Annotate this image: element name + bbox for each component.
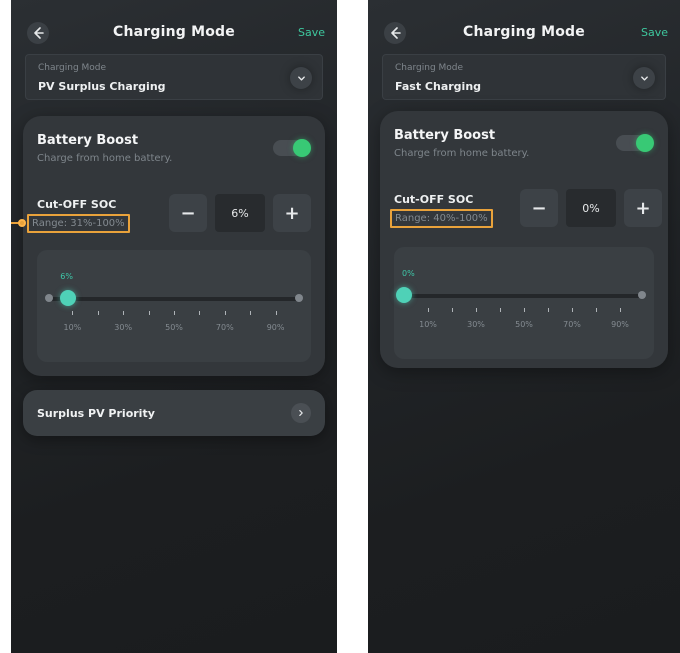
- slider-tick-label: 90%: [266, 323, 285, 332]
- slider-tick: [620, 308, 621, 312]
- cutoff-soc-value[interactable]: 0%: [566, 189, 616, 227]
- surplus-pv-priority-row[interactable]: Surplus PV Priority: [23, 390, 325, 436]
- increment-button[interactable]: +: [273, 194, 311, 232]
- cutoff-soc-title: Cut-OFF SOC: [37, 198, 117, 211]
- slider-tick: [174, 311, 175, 315]
- slider-track[interactable]: [47, 297, 301, 301]
- cutoff-soc-title: Cut-OFF SOC: [394, 193, 474, 206]
- slider-tick: [123, 311, 125, 315]
- battery-boost-toggle[interactable]: [616, 134, 654, 152]
- battery-boost-toggle[interactable]: [273, 139, 311, 157]
- slider-track[interactable]: [404, 294, 644, 298]
- slider-thumb[interactable]: [60, 290, 77, 306]
- slider-tick-labels: 10% 30% 50% 70% 90%: [47, 323, 301, 333]
- toggle-knob: [293, 139, 311, 157]
- charging-mode-label: Charging Mode: [395, 63, 464, 73]
- cutoff-soc-range: Range: 31%-100%: [27, 214, 130, 233]
- battery-boost-subtitle: Charge from home battery.: [394, 148, 530, 159]
- cutoff-soc-range: Range: 40%-100%: [390, 209, 493, 228]
- slider-tick-label: 90%: [611, 320, 629, 329]
- cutoff-soc-stepper: − 6% +: [169, 194, 311, 234]
- chevron-down-icon[interactable]: [290, 67, 312, 89]
- battery-boost-card: Battery Boost Charge from home battery. …: [11, 116, 325, 376]
- slider-tick: [452, 308, 453, 312]
- battery-boost-subtitle: Charge from home battery.: [37, 153, 173, 164]
- slider-tick: [596, 308, 597, 312]
- battery-boost-title: Battery Boost: [394, 128, 496, 143]
- callout-dot: [18, 219, 26, 227]
- charging-mode-value: PV Surplus Charging: [38, 80, 166, 93]
- top-bar: Charging Mode Save: [11, 22, 337, 46]
- slider-max-dot: [638, 291, 646, 299]
- slider-tick: [72, 311, 74, 315]
- slider-tick: [572, 308, 573, 312]
- chevron-down-icon[interactable]: [633, 67, 655, 89]
- slider-ticks: [47, 311, 301, 316]
- slider-max-dot: [295, 294, 303, 302]
- phone-screen-fast-charging: Charging Mode Save Charging Mode Fast Ch…: [368, 0, 680, 653]
- slider-tick: [250, 311, 252, 315]
- cutoff-soc-value[interactable]: 6%: [215, 194, 265, 232]
- slider-tick-label: 30%: [467, 320, 485, 329]
- slider-tick-label: 50%: [165, 323, 183, 332]
- increment-button[interactable]: +: [624, 189, 662, 227]
- cutoff-soc-stepper: − 0% +: [520, 189, 662, 229]
- slider-tick-label: 10%: [63, 323, 82, 332]
- slider-tick: [476, 308, 477, 312]
- soc-slider-panel: 6% 10% 30% 50% 70% 90%: [37, 250, 311, 362]
- slider-current-value: 0%: [402, 269, 415, 278]
- battery-boost-title: Battery Boost: [37, 133, 139, 148]
- save-button[interactable]: Save: [298, 26, 325, 39]
- decrement-button[interactable]: −: [169, 194, 207, 232]
- slider-tick: [148, 311, 150, 315]
- slider-current-value: 6%: [60, 272, 73, 281]
- toggle-knob: [636, 134, 654, 152]
- slider-tick: [224, 311, 226, 315]
- charging-mode-value: Fast Charging: [395, 80, 482, 93]
- save-button[interactable]: Save: [641, 26, 668, 39]
- top-bar: Charging Mode Save: [368, 22, 680, 46]
- slider-min-dot: [45, 294, 53, 302]
- slider-ticks: [404, 308, 644, 313]
- slider-tick: [97, 311, 99, 315]
- decrement-button[interactable]: −: [520, 189, 558, 227]
- slider-tick-labels: 10% 30% 50% 70% 90%: [404, 320, 644, 330]
- slider-tick: [428, 308, 429, 312]
- chevron-right-icon[interactable]: [291, 403, 311, 423]
- surplus-pv-priority-label: Surplus PV Priority: [37, 407, 155, 420]
- slider-tick: [500, 308, 501, 312]
- slider-tick: [275, 311, 277, 315]
- slider-tick-label: 10%: [419, 320, 437, 329]
- charging-mode-label: Charging Mode: [38, 63, 107, 73]
- phone-screen-pv-surplus: Charging Mode Save Charging Mode PV Surp…: [11, 0, 337, 653]
- charging-mode-select[interactable]: Charging Mode Fast Charging: [382, 54, 666, 100]
- slider-thumb[interactable]: [396, 287, 412, 303]
- slider-tick: [199, 311, 201, 315]
- slider-tick-label: 30%: [114, 323, 133, 332]
- page-title: Charging Mode: [113, 24, 235, 40]
- slider-tick-label: 70%: [215, 323, 234, 332]
- slider-tick: [548, 308, 549, 312]
- page-title: Charging Mode: [463, 24, 585, 40]
- battery-boost-card: Battery Boost Charge from home battery. …: [380, 111, 668, 368]
- slider-tick-label: 70%: [563, 320, 581, 329]
- slider-tick: [524, 308, 525, 312]
- slider-tick-label: 50%: [515, 320, 533, 329]
- charging-mode-select[interactable]: Charging Mode PV Surplus Charging: [25, 54, 323, 100]
- soc-slider-panel: 0% 10% 30% 50% 70% 90%: [394, 247, 654, 359]
